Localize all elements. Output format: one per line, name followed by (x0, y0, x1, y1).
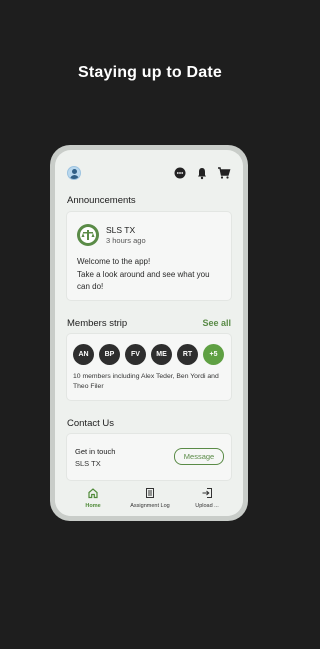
assignment-icon (146, 488, 154, 498)
headline: Staying up to Date (77, 64, 223, 81)
member-avatar[interactable]: BP (99, 344, 120, 365)
nav-assignment-label: Assignment Log (130, 503, 170, 509)
nav-upload[interactable]: Upload ... (179, 487, 235, 509)
cart-icon[interactable] (217, 166, 231, 180)
nav-upload-label: Upload ... (195, 503, 219, 509)
contact-title: Contact Us (67, 418, 114, 429)
member-avatar[interactable]: AN (73, 344, 94, 365)
app-screen: Announcements SLS TX 3 hours ago Welcome… (55, 150, 243, 516)
contact-card: Get in touch SLS TX Message (67, 434, 231, 480)
top-bar (65, 166, 233, 180)
contact-label: Get in touch (75, 447, 116, 456)
upload-icon (202, 488, 212, 498)
org-name: SLS TX (106, 225, 136, 235)
post-time: 3 hours ago (106, 236, 146, 245)
message-button[interactable]: Message (174, 448, 224, 465)
bell-icon[interactable] (195, 166, 209, 180)
nav-home[interactable]: Home (65, 487, 121, 509)
members-title: Members strip (67, 318, 128, 329)
org-logo (77, 224, 99, 246)
member-avatar[interactable]: RT (177, 344, 198, 365)
member-avatar[interactable]: ME (151, 344, 172, 365)
announcement-card[interactable]: SLS TX 3 hours ago Welcome to the app! T… (67, 212, 231, 300)
see-all-link[interactable]: See all (202, 318, 231, 328)
chat-icon[interactable] (173, 166, 187, 180)
announcement-message: Welcome to the app! Take a look around a… (77, 257, 210, 291)
nav-home-label: Home (85, 503, 101, 509)
phone-frame: Announcements SLS TX 3 hours ago Welcome… (50, 145, 248, 521)
more-members-badge[interactable]: +5 (203, 344, 224, 365)
announcements-title: Announcements (67, 195, 136, 206)
nav-assignment-log[interactable]: Assignment Log (122, 487, 178, 509)
member-avatar[interactable]: FV (125, 344, 146, 365)
members-card[interactable]: AN BP FV ME RT +5 10 members including A… (67, 334, 231, 400)
top-icons (173, 166, 231, 180)
home-icon (88, 488, 98, 499)
bottom-nav: Home Assignment Log Upload ... (55, 484, 243, 516)
avatar[interactable] (67, 166, 81, 180)
contact-org: SLS TX (75, 459, 101, 468)
members-summary: 10 members including Alex Teder, Ben Yor… (73, 373, 219, 390)
